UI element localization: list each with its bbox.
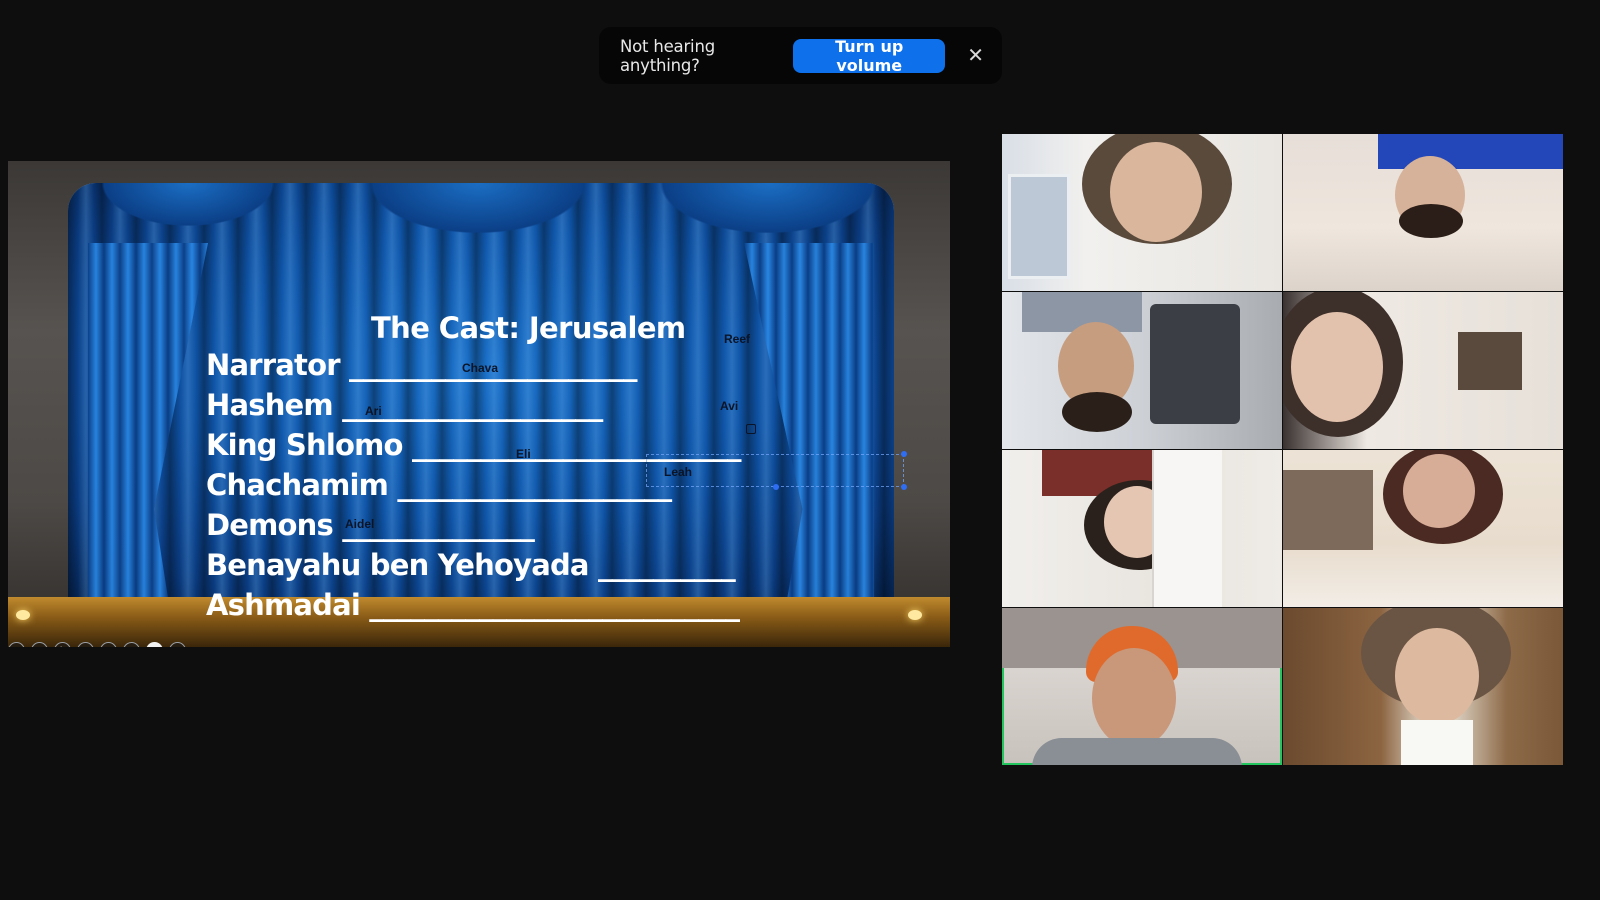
name-tag-avi[interactable]: Avi xyxy=(720,399,738,413)
participant-video[interactable] xyxy=(1002,292,1282,449)
prev-icon[interactable]: ◀ xyxy=(8,641,25,647)
participant-hair xyxy=(1062,392,1132,432)
participant-face xyxy=(1395,628,1479,724)
name-tag-aidel[interactable]: Aidel xyxy=(345,517,374,531)
participant-video[interactable] xyxy=(1283,450,1563,607)
selection-handle[interactable] xyxy=(901,451,907,457)
next-icon[interactable]: ▶ xyxy=(31,641,48,647)
chair-background xyxy=(1283,470,1373,550)
selection-box[interactable] xyxy=(646,451,907,490)
meeting-window: Not hearing anything? Turn up volume ✕ T… xyxy=(0,0,1600,900)
stage-light xyxy=(16,610,30,620)
zoom-icon[interactable]: ⌕ xyxy=(100,641,117,647)
participant-face xyxy=(1403,454,1475,528)
participant-hair xyxy=(1399,204,1463,238)
participant-face xyxy=(1110,142,1202,242)
participant-video[interactable] xyxy=(1002,450,1282,607)
participant-shirt xyxy=(1378,134,1563,169)
close-icon[interactable]: ✕ xyxy=(967,43,984,68)
more-icon[interactable]: … xyxy=(169,641,186,647)
door-background xyxy=(1152,450,1222,607)
stage-light xyxy=(908,610,922,620)
shared-slide: The Cast: Jerusalem Narrator ___________… xyxy=(8,161,950,647)
move-cursor-icon xyxy=(746,424,756,434)
participant-shirt xyxy=(1032,738,1242,765)
name-tag-reef[interactable]: Reef xyxy=(724,332,750,346)
name-tag-chava[interactable]: Chava xyxy=(462,361,498,375)
participant-video[interactable] xyxy=(1002,134,1282,291)
role-chachamim: Chachamim ____________________ xyxy=(206,468,672,502)
participant-video-active[interactable] xyxy=(1002,608,1282,765)
slide-toolbar: ◀ ▶ ✎ ▤ ⌕ ▭ ▣ … xyxy=(8,638,186,647)
selection-handle[interactable] xyxy=(901,484,907,490)
role-narrator: Narrator _____________________ xyxy=(206,348,638,382)
participant-face xyxy=(1092,648,1176,748)
selection-handle[interactable] xyxy=(773,484,779,490)
video-gallery xyxy=(1002,134,1563,765)
name-tag-eli[interactable]: Eli xyxy=(516,447,531,461)
role-ashmadai: Ashmadai ___________________________ xyxy=(206,588,740,622)
participant-video[interactable] xyxy=(1283,292,1563,449)
microscope-background xyxy=(1150,304,1240,424)
participant-video[interactable] xyxy=(1283,134,1563,291)
participant-face xyxy=(1291,312,1383,422)
camera-icon[interactable]: ▣ xyxy=(146,641,163,647)
role-hashem: Hashem ___________________ xyxy=(206,388,603,422)
participant-video[interactable] xyxy=(1283,608,1563,765)
audio-notification-text: Not hearing anything? xyxy=(620,36,715,75)
light-glare xyxy=(1401,720,1473,765)
slides-icon[interactable]: ▤ xyxy=(77,641,94,647)
picture-frames-background xyxy=(1458,332,1522,390)
turn-up-volume-button[interactable]: Turn up volume xyxy=(793,37,946,75)
name-tag-ari[interactable]: Ari xyxy=(365,404,382,418)
slide-title: The Cast: Jerusalem xyxy=(371,311,686,345)
role-benayahu: Benayahu ben Yehoyada __________ xyxy=(206,548,736,582)
subtitles-icon[interactable]: ▭ xyxy=(123,641,140,647)
audio-notification: Not hearing anything? Turn up volume ✕ xyxy=(599,27,1002,84)
pen-icon[interactable]: ✎ xyxy=(54,641,71,647)
window-background xyxy=(1008,174,1070,279)
